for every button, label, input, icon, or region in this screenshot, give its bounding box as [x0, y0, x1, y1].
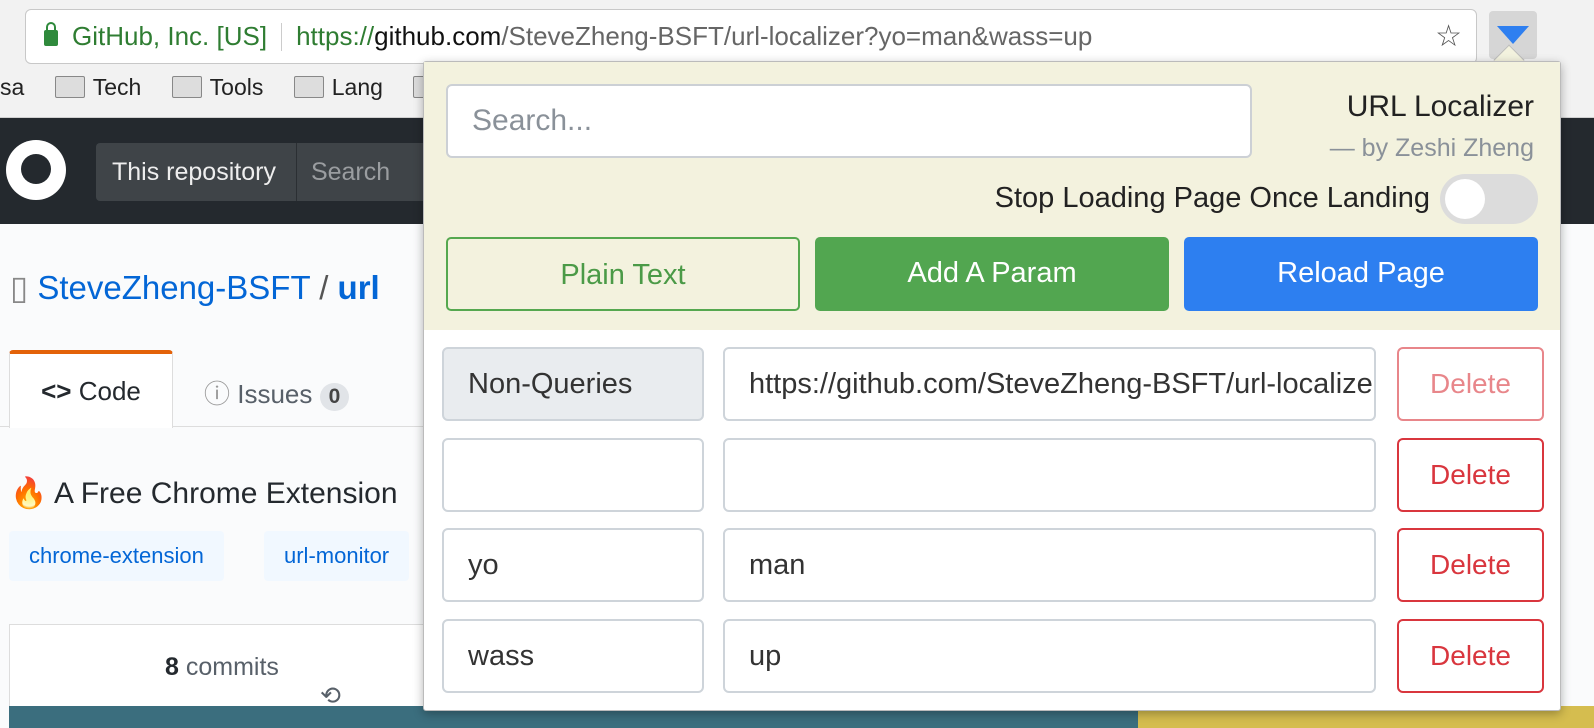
site-identity[interactable]: GitHub, Inc. [US]	[72, 21, 267, 51]
folder-icon	[171, 76, 202, 98]
param-row: yo man Delete	[442, 528, 1546, 602]
url-localizer-popup: URL Localizer — by Zeshi Zheng Stop Load…	[423, 61, 1561, 711]
param-value-field[interactable]	[723, 438, 1376, 512]
search-input[interactable]	[446, 84, 1252, 158]
delete-button[interactable]: Delete	[1397, 619, 1544, 693]
owner-link[interactable]: SteveZheng-BSFT	[37, 269, 310, 306]
param-key-field[interactable]: yo	[442, 528, 704, 602]
reload-page-button[interactable]: Reload Page	[1184, 237, 1538, 311]
divider	[281, 23, 283, 51]
param-row: Non-Queries https://github.com/SteveZhen…	[442, 347, 1546, 421]
repo-title: ▯ SteveZheng-BSFT / url	[10, 268, 380, 307]
slash: /	[319, 269, 329, 306]
delete-button[interactable]: Delete	[1397, 528, 1544, 602]
repo-book-icon: ▯	[10, 269, 38, 306]
address-bar[interactable]: GitHub, Inc. [US] https://github.com/Stev…	[25, 9, 1477, 64]
param-row: wass up Delete	[442, 619, 1546, 693]
topic-tag[interactable]: url-monitor	[264, 531, 410, 581]
repo-description: 🔥 A Free Chrome Extension	[10, 477, 398, 510]
delete-button: Delete	[1397, 347, 1544, 421]
commits-label: commits	[185, 653, 279, 681]
tab-code[interactable]: <> Code	[9, 350, 173, 428]
bookmark-folder-tools[interactable]: Tools	[171, 74, 264, 101]
bookmark-folder-lang[interactable]: Lang	[293, 74, 383, 101]
add-param-button[interactable]: Add A Param	[815, 237, 1169, 311]
issue-icon: ⓘ	[204, 379, 231, 409]
topic-tag[interactable]: chrome-extension	[9, 531, 224, 581]
search-input[interactable]: Search	[297, 158, 390, 186]
folder-icon	[293, 76, 324, 98]
param-key-field[interactable]: wass	[442, 619, 704, 693]
popup-author: — by Zeshi Zheng	[1329, 134, 1534, 162]
github-logo-icon[interactable]	[6, 140, 66, 200]
tab-label: Code	[78, 376, 141, 406]
github-search[interactable]: This repository Search	[96, 143, 436, 201]
url-scheme: https://	[296, 21, 375, 51]
bookmark-label: Tools	[209, 74, 264, 100]
param-value-field[interactable]: man	[723, 528, 1376, 602]
plain-text-button[interactable]: Plain Text	[446, 237, 800, 311]
delete-button[interactable]: Delete	[1397, 438, 1544, 512]
popup-header: URL Localizer — by Zeshi Zheng Stop Load…	[424, 62, 1560, 330]
code-icon: <>	[41, 376, 72, 406]
param-key-field[interactable]	[442, 438, 704, 512]
tab-issues[interactable]: ⓘ Issues 0	[204, 374, 350, 411]
bookmark-item[interactable]: sa	[0, 74, 24, 101]
commits-summary[interactable]: ⟲ 8 commits	[9, 624, 449, 714]
stop-loading-label: Stop Loading Page Once Landing	[994, 182, 1430, 214]
url-host: github.com	[374, 21, 502, 51]
tab-label: Issues	[237, 379, 313, 409]
stop-loading-toggle[interactable]	[1440, 174, 1538, 224]
url-path: /SteveZheng-BSFT/url-localizer?yo=man&wa…	[501, 21, 1093, 51]
folder-icon	[54, 76, 85, 98]
param-value-field[interactable]: up	[723, 619, 1376, 693]
bookmark-label: Lang	[331, 74, 383, 100]
bookmark-label: Tech	[92, 74, 142, 100]
commits-count: 8	[165, 653, 179, 681]
issues-count: 0	[319, 383, 350, 411]
param-key-field: Non-Queries	[442, 347, 704, 421]
repo-link[interactable]: url	[338, 269, 380, 306]
search-scope: This repository	[96, 143, 297, 201]
lock-icon	[44, 22, 58, 46]
bookmarks-bar: sa Tech Tools Lang	[0, 74, 475, 101]
param-value-field[interactable]: https://github.com/SteveZheng-BSFT/url-l…	[723, 347, 1376, 421]
bookmark-star-icon[interactable]: ☆	[1435, 10, 1462, 63]
param-row: Delete	[442, 438, 1546, 512]
bookmark-folder-tech[interactable]: Tech	[54, 74, 142, 101]
popup-title: URL Localizer	[1346, 90, 1534, 123]
